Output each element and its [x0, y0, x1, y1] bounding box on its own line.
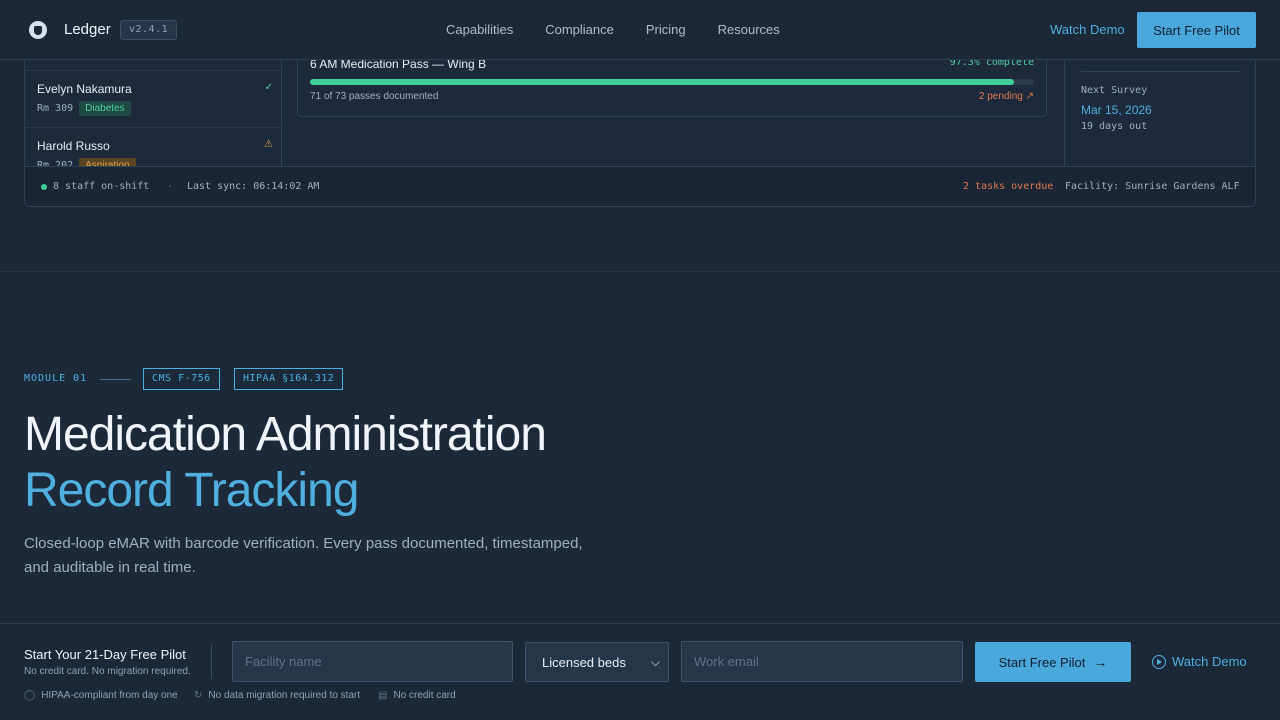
pending-link[interactable]: 2 pending ↗ — [979, 91, 1034, 102]
facility-name: Facility: Sunrise Gardens ALF — [1065, 181, 1240, 192]
cta-title: Start Your 21-Day Free Pilot — [24, 647, 186, 662]
brand-name[interactable]: Ledger — [64, 21, 111, 38]
trust-hipaa: HIPAA-compliant from day one — [41, 690, 178, 701]
top-nav: Ledger v2.4.1 Capabilities Compliance Pr… — [0, 0, 1280, 60]
divider — [211, 645, 212, 679]
chevron-down-icon: ⌵ — [650, 655, 660, 669]
divider — [25, 127, 282, 128]
last-sync: Last sync: 06:14:02 AM — [187, 181, 320, 192]
hipaa-badge: HIPAA §164.312 — [234, 368, 344, 390]
divider — [1081, 71, 1241, 72]
facility-name-input[interactable] — [232, 641, 513, 682]
cms-badge: CMS F-756 — [143, 368, 220, 390]
version-badge: v2.4.1 — [120, 20, 178, 40]
patient-name: Evelyn Nakamura — [37, 82, 132, 96]
warning-icon: ⚠ — [264, 139, 273, 150]
trust-no-card: No credit card — [393, 690, 456, 701]
section-divider — [0, 271, 1280, 272]
module-label: MODULE 01 — [24, 373, 88, 384]
licensed-beds-select[interactable]: Licensed beds ⌵ — [525, 642, 669, 682]
separator: · — [167, 181, 174, 192]
watch-demo-link[interactable]: Watch Demo — [1050, 22, 1125, 37]
nav-resources[interactable]: Resources — [718, 22, 780, 37]
watch-demo-cta[interactable]: Watch Demo — [1152, 654, 1247, 669]
pass-progress-fill — [310, 79, 1015, 85]
condition-tag: Diabetes — [79, 101, 131, 116]
arrow-right-icon: → — [1093, 654, 1108, 670]
module-rule — [100, 379, 131, 380]
check-icon: ✓ — [264, 82, 273, 93]
shield-icon: ◯ — [24, 690, 36, 701]
divider — [25, 70, 282, 71]
hero-title-accent: Record Tracking — [24, 464, 359, 517]
licensed-beds-value: Licensed beds — [542, 654, 626, 670]
nav-pricing[interactable]: Pricing — [646, 22, 686, 37]
online-dot-icon — [41, 184, 47, 190]
start-pilot-label: Start Free Pilot — [998, 654, 1086, 670]
shield-logo-icon[interactable] — [29, 21, 47, 39]
refresh-icon: ↻ — [194, 690, 203, 701]
dashboard-status-bar: 8 staff on-shift · Last sync: 06:14:02 A… — [25, 166, 1255, 206]
survey-date: Mar 15, 2026 — [1081, 103, 1152, 117]
hero-subtitle: Closed-loop eMAR with barcode verificati… — [24, 535, 583, 576]
survey-days-out: 19 days out — [1081, 121, 1148, 132]
patient-name: Harold Russo — [37, 139, 110, 153]
trust-item: ▤ No credit card — [378, 690, 456, 701]
start-pilot-button[interactable]: Start Free Pilot — [1137, 12, 1256, 48]
credit-card-icon: ▤ — [378, 690, 388, 701]
nav-links: Capabilities Compliance Pricing Resource… — [446, 22, 812, 37]
pilot-signup-bar: Start Your 21-Day Free Pilot No credit c… — [0, 623, 1280, 720]
pass-progress-bar — [310, 79, 1034, 85]
start-pilot-submit-button[interactable]: Start Free Pilot → — [975, 642, 1131, 682]
nav-capabilities[interactable]: Capabilities — [446, 22, 513, 37]
survey-label: Next Survey — [1081, 85, 1148, 96]
trust-item: ◯ HIPAA-compliant from day one — [24, 690, 178, 701]
watch-demo-label: Watch Demo — [1172, 654, 1247, 669]
trust-item: ↻ No data migration required to start — [194, 690, 360, 701]
passes-documented: 71 of 73 passes documented — [310, 91, 439, 102]
patient-room: Rm 309 — [37, 103, 74, 114]
cta-subtitle: No credit card. No migration required. — [24, 666, 191, 677]
staff-count: 8 staff on-shift — [53, 181, 150, 192]
nav-compliance[interactable]: Compliance — [545, 22, 614, 37]
hero-title: Medication Administration — [24, 408, 547, 461]
play-icon — [1152, 654, 1166, 669]
patient-row[interactable]: Evelyn Nakamura Rm 309 Diabetes ✓ — [37, 82, 273, 116]
overdue-tasks[interactable]: 2 tasks overdue — [963, 181, 1053, 192]
trust-migration: No data migration required to start — [208, 690, 361, 701]
work-email-input[interactable] — [681, 641, 963, 682]
